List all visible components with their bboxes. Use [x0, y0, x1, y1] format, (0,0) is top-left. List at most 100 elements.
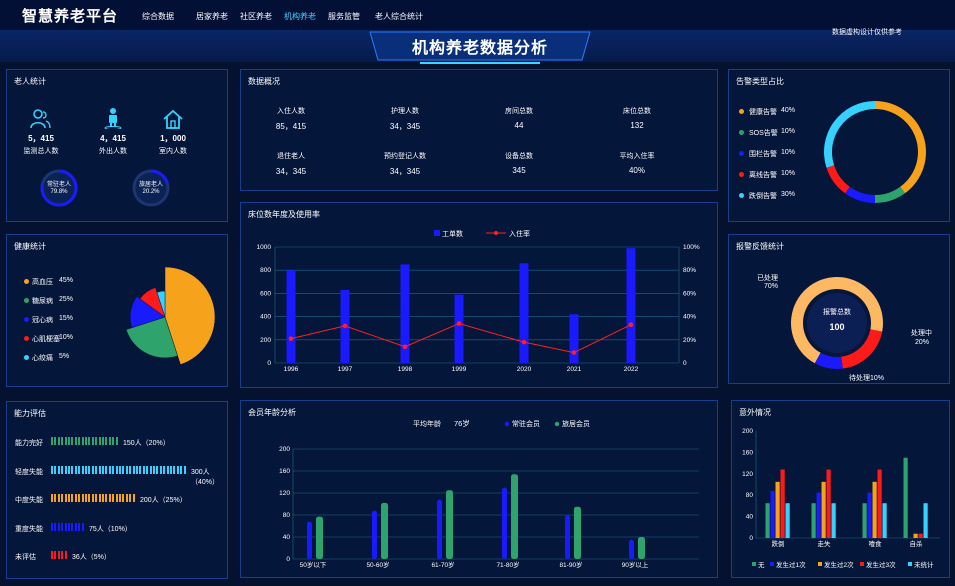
- x-tick-label: 50-60岁: [366, 560, 389, 569]
- ability-bar-tick: [105, 465, 108, 474]
- legend-label: 常驻会员: [512, 419, 540, 428]
- ability-bar-tick: [170, 465, 172, 474]
- ability-bar-tick: [98, 494, 101, 502]
- alarm-donut-slice: [845, 186, 875, 203]
- ability-bar-tick: [173, 465, 176, 474]
- bar: [831, 503, 836, 538]
- ability-bar-tick: [115, 437, 118, 445]
- overview-item-value: 40%: [628, 166, 645, 175]
- y-tick-label: 1000: [257, 244, 272, 251]
- legend-pct: 40%: [781, 107, 796, 114]
- nav-item-service-supervision[interactable]: 服务监管: [328, 11, 360, 22]
- ability-bar-tick: [54, 551, 57, 559]
- page-title: 机构养老数据分析: [411, 40, 548, 57]
- overview-item-label: 床位总数: [623, 108, 651, 115]
- ability-bar-tick: [105, 437, 108, 445]
- ability-bar-tick: [176, 465, 179, 474]
- alarm-donut-slice: [875, 186, 905, 203]
- overview-item-label: 预约登记人数: [384, 153, 426, 160]
- ability-bar-tick: [136, 465, 138, 474]
- ability-bar-tick: [85, 437, 87, 445]
- y-tick-label: 80: [283, 512, 291, 519]
- legend-label: 工单数: [442, 229, 463, 238]
- ability-bar-tick: [102, 465, 104, 474]
- bar: [816, 492, 821, 538]
- bar: [446, 490, 453, 559]
- legend-pct: 30%: [781, 191, 796, 198]
- ability-bar-tick: [105, 494, 108, 502]
- bar: [770, 490, 775, 538]
- beds-usage-panel: 床位数年度及使用率 工单数 入住率 0 0 200 20% 400 40% 600 60% 800 8…: [240, 202, 718, 388]
- ability-bar-tick: [61, 522, 64, 531]
- nav-item-elder-statistics[interactable]: 老人综合统计: [375, 11, 423, 22]
- legend-label: 发生过2次: [824, 560, 854, 569]
- overview-item-value: 34，345: [389, 167, 421, 176]
- traveling-ratio-ring: [132, 169, 170, 207]
- y2-tick-label: 20%: [683, 337, 696, 344]
- processed-label: 已处理: [757, 275, 778, 282]
- legend-label: 心肌梗塞: [32, 336, 60, 343]
- disclaimer-note: 数据虚构设计仅供参考: [832, 29, 902, 36]
- ability-bar-tick: [68, 494, 70, 502]
- legend-label: SOS告警: [749, 130, 778, 137]
- x-tick-label: 81-90岁: [559, 560, 582, 569]
- ability-value: 75人（10%）: [89, 525, 132, 533]
- y-tick-label: 400: [260, 314, 271, 321]
- bar: [638, 537, 645, 559]
- legend-dot: [739, 193, 744, 198]
- panel-title: 数据概况: [248, 77, 280, 86]
- y-tick-label: 40: [746, 514, 754, 521]
- bar: [826, 469, 831, 538]
- nav-item-community-care[interactable]: 社区养老: [240, 11, 272, 22]
- legend-label: 无: [758, 561, 765, 569]
- legend-pct: 10%: [781, 149, 796, 156]
- app-logo: 智慧养老平台: [22, 8, 119, 25]
- bar: [629, 539, 634, 559]
- nav-item-institution-care[interactable]: 机构养老: [284, 11, 316, 22]
- bar: [785, 503, 790, 538]
- overview-item-value: 85，415: [275, 122, 307, 131]
- nav-item-overview[interactable]: 综合数据: [142, 11, 174, 22]
- legend-swatch: [770, 562, 774, 566]
- pending-label: 待处理10%: [849, 375, 885, 382]
- bar: [918, 533, 923, 538]
- overview-item-label: 房间总数: [505, 108, 533, 115]
- legend-pct: 10%: [781, 170, 796, 177]
- ability-bar-tick: [146, 465, 149, 474]
- ability-value: 300人（40%）: [191, 468, 220, 486]
- ability-bar-tick: [57, 551, 60, 559]
- resident-ring-label: 常驻老人: [46, 182, 71, 188]
- ability-bar-tick: [68, 522, 70, 531]
- ability-assessment-panel: 能力评估 能力完好 150人（20%） 轻度失能 300人（40%） 中度失能 200人（…: [6, 401, 228, 579]
- people-group-icon: [30, 109, 51, 129]
- ability-bar-tick: [163, 465, 166, 474]
- y-tick-label: 0: [749, 535, 753, 542]
- legend-swatch: [860, 562, 864, 566]
- panel-title: 能力评估: [14, 409, 46, 418]
- legend-label: 发生过1次: [776, 560, 806, 569]
- ability-bar-tick: [102, 437, 104, 445]
- bar: [519, 263, 529, 363]
- x-tick-label: 71-80岁: [496, 560, 519, 569]
- accident-chart: 0 40 80 120 160 200 跌倒 走失 噎食 自杀无 发生过1次 发生过2次 发生过3次 未统…: [742, 428, 940, 569]
- bar: [372, 510, 377, 559]
- nav-item-home-care[interactable]: 居家养老: [196, 11, 228, 22]
- x-tick-label: 跌倒: [772, 539, 785, 548]
- y-tick-label: 0: [286, 556, 290, 563]
- ability-bar-tick: [95, 437, 98, 445]
- ability-bar-tick: [85, 494, 87, 502]
- panel-title: 告警类型占比: [736, 77, 784, 86]
- bar: [903, 457, 908, 538]
- ability-bar-tick: [88, 494, 91, 502]
- overview-item-value: 34，345: [389, 122, 421, 131]
- ability-bar-tick: [78, 437, 81, 445]
- ability-label: 重度失能: [15, 525, 43, 533]
- overview-item-value: 132: [630, 121, 644, 130]
- bar: [882, 503, 887, 538]
- panel-title: 健康统计: [14, 242, 46, 251]
- overview-item-value: 345: [512, 166, 526, 175]
- rate-point: [456, 321, 462, 326]
- bar: [780, 469, 785, 538]
- avg-age-value: 76岁: [454, 418, 470, 428]
- legend-label: 发生过3次: [866, 560, 896, 569]
